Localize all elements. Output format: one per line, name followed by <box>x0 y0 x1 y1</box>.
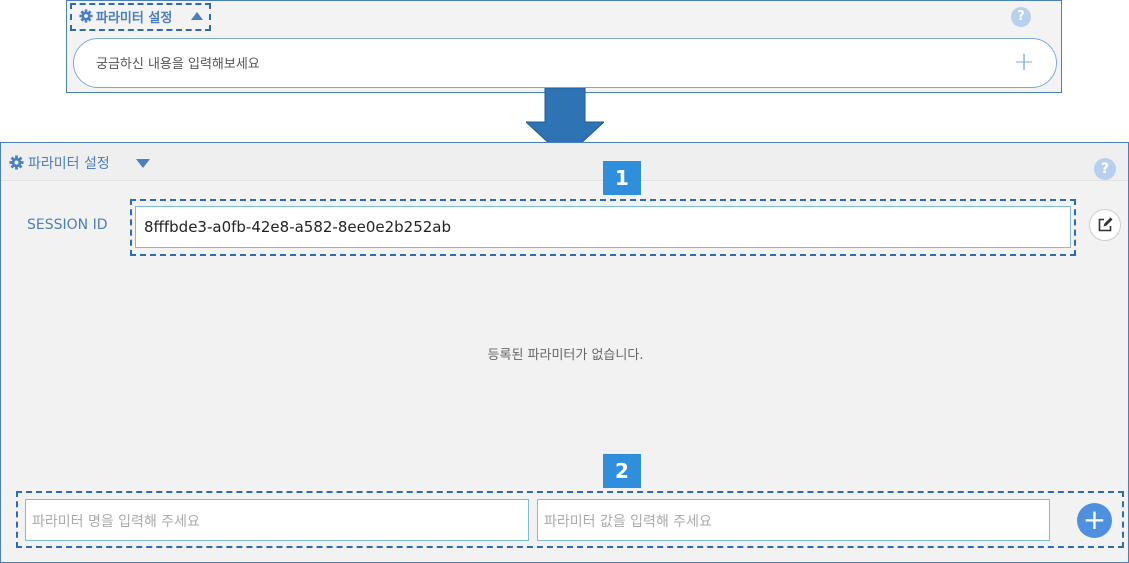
empty-parameters-message: 등록된 파라미터가 없습니다. <box>487 348 644 363</box>
gear-icon <box>79 9 93 23</box>
help-icon[interactable]: ? <box>1094 158 1116 180</box>
session-id-value: 8fffbde3-a0fb-42e8-a582-8ee0e2b252ab <box>144 218 452 236</box>
gear-icon <box>9 155 24 170</box>
session-id-label: SESSION ID <box>27 217 108 233</box>
expanded-parameter-panel: 파라미터 설정 ? 1 SESSION ID 8fffbde3-a0fb-42e… <box>0 142 1129 563</box>
question-input-placeholder: 궁금하신 내용을 입력해보세요 <box>96 57 260 72</box>
question-input[interactable]: 궁금하신 내용을 입력해보세요 + <box>73 38 1057 88</box>
edit-icon <box>1098 217 1113 232</box>
caret-up-icon[interactable] <box>191 12 203 20</box>
edit-session-button[interactable] <box>1089 209 1121 241</box>
add-icon[interactable]: + <box>1009 45 1039 79</box>
callout-badge-1: 1 <box>603 161 641 195</box>
callout-badge-2: 2 <box>603 454 641 488</box>
parameter-name-input[interactable]: 파라미터 명을 입력해 주세요 <box>25 499 529 541</box>
parameter-name-placeholder: 파라미터 명을 입력해 주세요 <box>32 514 200 530</box>
panel-header <box>1 143 1128 181</box>
panel-title[interactable]: 파라미터 설정 <box>96 7 172 26</box>
collapsed-parameter-panel: 파라미터 설정 ? 궁금하신 내용을 입력해보세요 + <box>66 0 1062 93</box>
add-parameter-button[interactable]: + <box>1077 503 1112 538</box>
panel-title[interactable]: 파라미터 설정 <box>28 153 110 173</box>
help-icon[interactable]: ? <box>1011 7 1031 27</box>
caret-down-icon[interactable] <box>136 159 150 168</box>
session-id-field[interactable]: 8fffbde3-a0fb-42e8-a582-8ee0e2b252ab <box>135 206 1071 248</box>
parameter-value-placeholder: 파라미터 값을 입력해 주세요 <box>544 514 712 530</box>
parameter-value-input[interactable]: 파라미터 값을 입력해 주세요 <box>537 499 1050 541</box>
